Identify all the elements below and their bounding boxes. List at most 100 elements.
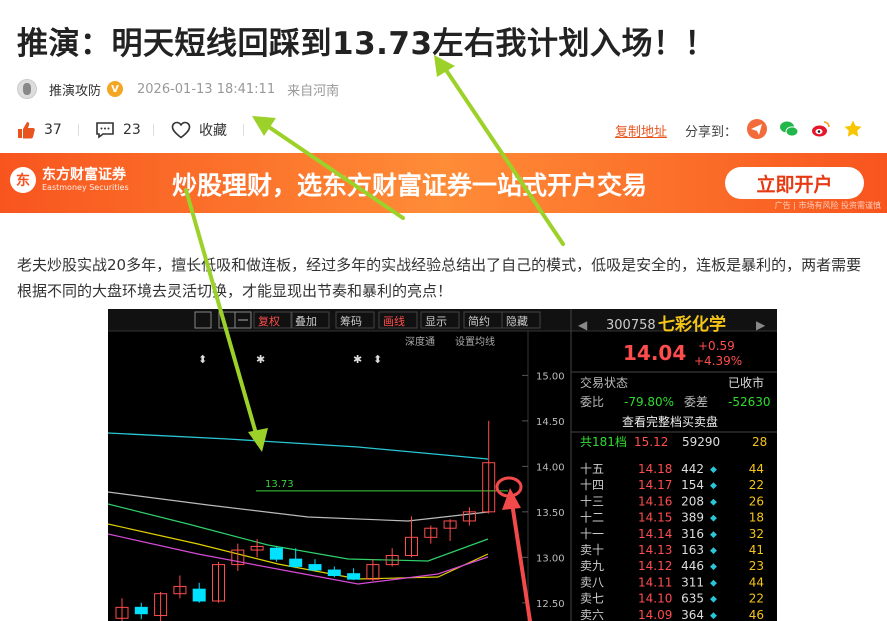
- ask-volume: 311: [681, 575, 704, 589]
- ask-volume: 163: [681, 543, 704, 557]
- levels-price: 15.12: [634, 435, 668, 449]
- chart-marker: ⬍: [198, 353, 207, 366]
- wechat-icon[interactable]: [779, 119, 799, 139]
- prev-stock-icon: ◀: [578, 318, 588, 332]
- share-paper-plane-icon[interactable]: [747, 119, 767, 139]
- favorite-label: 收藏: [199, 123, 227, 139]
- candle-body: [269, 547, 283, 560]
- ask-marker: ◆: [710, 562, 717, 572]
- divider: [153, 124, 154, 136]
- ask-level-name: 卖六: [580, 608, 604, 621]
- copy-link[interactable]: 复制地址: [615, 121, 667, 140]
- stock-chart: 复权 叠加 筹码 画线 显示 简约 隐藏深度通 设置均线 ⬍ ✱ ✱ ⬍ 15.00 14.50 14.00…: [108, 309, 777, 621]
- divider: [78, 124, 79, 136]
- ask-price: 14.11: [638, 575, 672, 589]
- stock-code: 300758: [606, 318, 656, 333]
- ask-count: 22: [749, 592, 764, 606]
- candle-body: [327, 569, 341, 577]
- favorite-button[interactable]: 收藏: [171, 118, 227, 142]
- comment-count: 23: [123, 122, 141, 138]
- ask-price: 14.16: [638, 494, 672, 508]
- ask-level-name: 十一: [580, 527, 604, 541]
- publish-date: 2026-01-13 18:41:11: [137, 81, 276, 97]
- toolbar-tab: 简约: [468, 314, 490, 328]
- ad-disclaimer: 广告 | 市场有风险 投资需谨慎: [774, 201, 881, 210]
- ma-line-cyan: [108, 432, 489, 460]
- ask-volume: 442: [681, 462, 704, 476]
- share-label: 分享到：: [685, 125, 738, 140]
- y-tick-label: 13.50: [536, 508, 565, 519]
- ask-count: 44: [749, 575, 764, 589]
- heart-icon: [171, 121, 191, 139]
- ask-marker: ◆: [710, 546, 717, 556]
- wei-bi-value: -79.80%: [624, 395, 674, 409]
- article-page: 推演：明天短线回踩到13.73左右我计划入场！！ 推演攻防 V 2026-01-…: [0, 0, 887, 621]
- ma-line-gray: [108, 491, 489, 522]
- ask-price: 14.14: [638, 527, 672, 541]
- ask-count: 32: [749, 527, 764, 541]
- y-tick-label: 14.50: [536, 417, 565, 428]
- like-count: 37: [44, 122, 62, 138]
- y-tick-label: 14.00: [536, 462, 565, 473]
- ask-count: 26: [749, 494, 764, 508]
- ask-count: 18: [749, 511, 764, 525]
- action-bar: 37 23 收藏 复制地址 分享到：: [17, 118, 870, 142]
- ask-price: 14.12: [638, 559, 672, 573]
- ask-price: 14.13: [638, 543, 672, 557]
- ask-volume: 208: [681, 494, 704, 508]
- ask-count: 44: [749, 462, 764, 476]
- ad-banner[interactable]: 东 东方财富证券 Eastmoney Securities 炒股理财，选东方财富…: [0, 153, 887, 213]
- banner-slogan: 炒股理财，选东方财富证券一站式开户交易: [172, 171, 648, 200]
- brand-logo: 东 东方财富证券 Eastmoney Securities: [10, 167, 129, 193]
- ask-price: 14.09: [638, 608, 672, 621]
- wei-bi-label: 委比: [580, 395, 604, 409]
- ask-price: 14.18: [638, 462, 672, 476]
- logo-cn-text: 东方财富证券: [42, 167, 126, 183]
- like-button[interactable]: 37: [17, 118, 62, 142]
- toolbar-tab: 画线: [383, 314, 405, 328]
- chart-marker: ✱: [353, 353, 362, 366]
- price-change: +0.59: [698, 339, 735, 353]
- open-account-button[interactable]: 立即开户: [725, 167, 864, 199]
- toolbar-tab: 筹码: [340, 314, 362, 328]
- ask-level-name: 卖十: [580, 543, 604, 557]
- levels-vol: 59290: [682, 435, 720, 449]
- author-name[interactable]: 推演攻防: [49, 80, 101, 99]
- stock-name: 七彩化学: [658, 314, 726, 335]
- article-title: 推演：明天短线回踩到13.73左右我计划入场！！: [17, 26, 717, 62]
- ask-marker: ◆: [710, 530, 717, 540]
- toolbar-tab: 显示: [425, 315, 447, 328]
- next-stock-icon: ▶: [756, 318, 766, 332]
- ask-count: 22: [749, 478, 764, 492]
- ask-level-name: 十五: [580, 462, 604, 476]
- article-meta: 推演攻防 V 2026-01-13 18:41:11 来自河南: [17, 78, 339, 100]
- comment-icon: [96, 122, 114, 139]
- avatar[interactable]: [17, 79, 37, 99]
- ask-marker: ◆: [710, 611, 717, 621]
- candle-body: [134, 606, 148, 615]
- ask-level-name: 卖八: [580, 575, 604, 589]
- ask-count: 46: [749, 608, 764, 621]
- comment-button[interactable]: 23: [95, 118, 141, 142]
- chart-marker: ✱: [256, 353, 265, 366]
- star-icon[interactable]: [843, 119, 863, 139]
- levels-label: 共181档: [580, 435, 627, 449]
- ask-count: 41: [749, 543, 764, 557]
- y-tick-label: 15.00: [536, 371, 565, 382]
- candle-body: [192, 588, 206, 602]
- ask-level-name: 十四: [580, 478, 604, 492]
- y-tick-label: 12.50: [536, 599, 565, 610]
- verified-icon: V: [107, 81, 124, 97]
- wei-cha-label: 委差: [684, 395, 708, 409]
- ask-marker: ◆: [710, 497, 717, 507]
- weibo-icon[interactable]: [811, 119, 831, 139]
- candle-body: [308, 564, 322, 571]
- ask-volume: 364: [681, 608, 704, 621]
- toolbar-tab: 叠加: [295, 315, 317, 328]
- y-tick-label: 13.00: [536, 553, 565, 564]
- ask-volume: 389: [681, 511, 704, 525]
- ask-volume: 316: [681, 527, 704, 541]
- ask-price: 14.10: [638, 592, 672, 606]
- ask-marker: ◆: [710, 578, 717, 588]
- ask-marker: ◆: [710, 481, 717, 491]
